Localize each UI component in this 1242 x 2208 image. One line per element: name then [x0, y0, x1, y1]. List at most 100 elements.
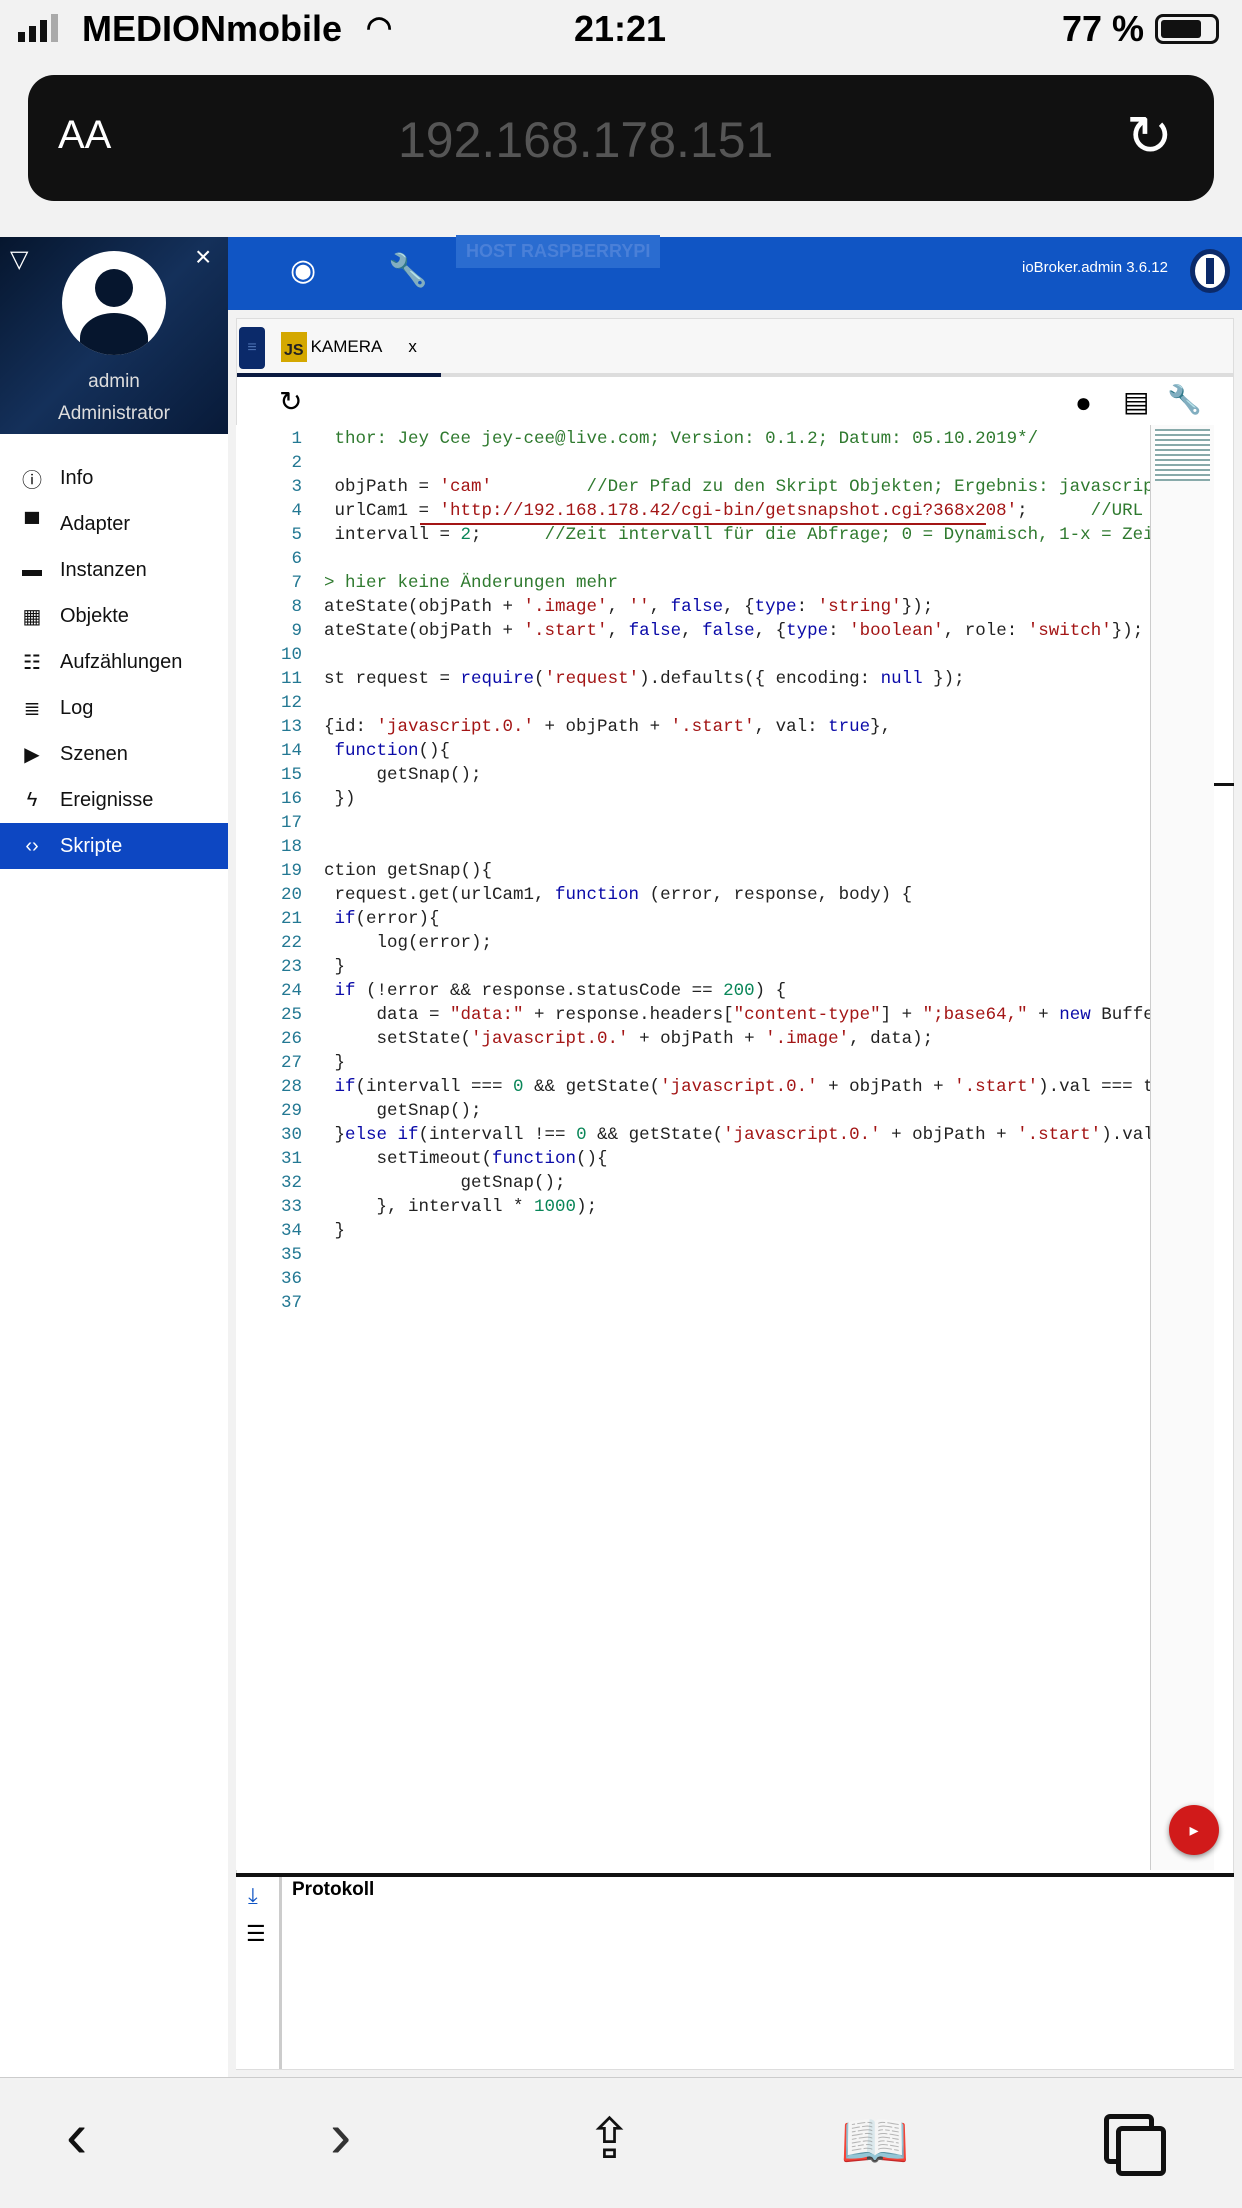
download-icon[interactable]: ⤓	[248, 1883, 258, 1909]
reload-icon[interactable]: ↻	[1126, 103, 1173, 169]
store-icon: ▀	[24, 512, 40, 535]
code-token: null	[880, 669, 923, 689]
code-token: 'request'	[544, 669, 640, 689]
code-token: }	[324, 1053, 346, 1073]
iobroker-logo[interactable]	[1190, 249, 1230, 293]
text-size-button[interactable]: AA	[58, 113, 111, 158]
sidebar-item-szenen[interactable]: ▶ Szenen	[0, 731, 228, 777]
code-line[interactable]: })	[324, 789, 356, 809]
code-token: ) {	[754, 981, 787, 1001]
sidebar-item-aufzählungen[interactable]: ☷ Aufzählungen	[0, 639, 228, 685]
refresh-icon[interactable]: ↻	[279, 385, 302, 418]
tabs-icon[interactable]	[1104, 2114, 1168, 2178]
clock-icon[interactable]: ●	[1075, 387, 1092, 419]
line-number: 2	[291, 453, 302, 473]
code-token: //Zeit intervall für die Abfrage; 0 = Dy…	[544, 525, 1150, 545]
tab-kamera[interactable]: JS KAMERA x	[281, 329, 417, 365]
code-line[interactable]: {id: 'javascript.0.' + objPath + '.start…	[324, 717, 891, 737]
share-icon[interactable]: ⇪	[586, 2106, 633, 2172]
code-token: getSnap();	[324, 1101, 482, 1121]
forward-icon[interactable]: ›	[330, 2098, 351, 2172]
line-number: 4	[291, 501, 302, 521]
code-line[interactable]: intervall = 2; //Zeit intervall für die …	[324, 525, 1151, 545]
code-token: (error){	[355, 909, 440, 929]
line-number: 27	[280, 1053, 302, 1073]
code-line[interactable]: st request = require('request').defaults…	[324, 669, 965, 689]
menu-toggle-icon[interactable]: ≡	[239, 327, 265, 369]
sidebar-item-skripte[interactable]: ‹› Skripte	[0, 823, 228, 869]
code-line[interactable]: urlCam1 = 'http://192.168.178.42/cgi-bin…	[324, 501, 1144, 521]
run-fab-button[interactable]: ▸	[1169, 1805, 1219, 1855]
line-number: 34	[280, 1221, 302, 1241]
code-line[interactable]: request.get(urlCam1, function (error, re…	[324, 885, 913, 905]
code-editor[interactable]: 1 thor: Jey Cee jey-cee@live.com; Versio…	[236, 425, 1150, 1870]
code-line[interactable]: data = "data:" + response.headers["conte…	[324, 1005, 1151, 1025]
close-icon[interactable]: ×	[195, 241, 211, 273]
code-line[interactable]: }else if(intervall !== 0 && getState('ja…	[324, 1125, 1151, 1145]
code-line[interactable]: function(){	[324, 741, 451, 761]
code-line[interactable]: getSnap();	[324, 1101, 482, 1121]
line-number: 8	[291, 597, 302, 617]
battery-text: 77 %	[1062, 8, 1145, 49]
sidebar-item-info[interactable]: ⓘ Info	[0, 455, 228, 501]
scrollbar-thumb[interactable]	[1214, 783, 1234, 786]
code-token: );	[576, 1197, 598, 1217]
line-number: 3	[291, 477, 302, 497]
code-line[interactable]: ction getSnap(){	[324, 861, 492, 881]
code-line[interactable]: thor: Jey Cee jey-cee@live.com; Version:…	[324, 429, 1039, 449]
code-line[interactable]: if (!error && response.statusCode == 200…	[324, 981, 787, 1001]
sidebar-item-objekte[interactable]: ▦ Objekte	[0, 593, 228, 639]
sidebar-item-log[interactable]: ≣ Log	[0, 685, 228, 731]
eye-icon[interactable]: ◉	[290, 253, 316, 288]
code-line[interactable]: }	[324, 957, 346, 977]
bookmarks-icon[interactable]: 📖	[840, 2108, 910, 2174]
code-line[interactable]: if(error){	[324, 909, 440, 929]
code-token: else if	[345, 1125, 419, 1145]
code-token: 0	[513, 1077, 524, 1097]
dropdown-icon[interactable]: ▽	[10, 245, 28, 274]
code-line[interactable]: > hier keine Änderungen mehr	[324, 573, 618, 593]
app-header: ◉ 🔧 HOST RASPBERRYPI ioBroker.admin 3.6.…	[228, 235, 1242, 310]
back-icon[interactable]: ‹	[66, 2098, 87, 2172]
code-line[interactable]: if(intervall === 0 && getState('javascri…	[324, 1077, 1151, 1097]
code-token: getSnap();	[324, 765, 482, 785]
code-token: (intervall !==	[418, 1125, 577, 1145]
code-token: false	[628, 621, 682, 641]
code-token: //Der Pfad zu den Skript Objekten; Ergeb…	[492, 477, 1150, 497]
host-label[interactable]: HOST RASPBERRYPI	[456, 235, 661, 268]
sidebar-item-instanzen[interactable]: ▬ Instanzen	[0, 547, 228, 593]
sidebar-item-adapter[interactable]: ▀ Adapter	[0, 501, 228, 547]
code-token: setState(	[324, 1029, 472, 1049]
line-number: 30	[280, 1125, 302, 1145]
url-text[interactable]: 192.168.178.151	[398, 111, 773, 169]
line-number: 25	[280, 1005, 302, 1025]
code-line[interactable]: setState('javascript.0.' + objPath + '.i…	[324, 1029, 934, 1049]
code-line[interactable]: getSnap();	[324, 765, 482, 785]
code-line[interactable]: }	[324, 1221, 346, 1241]
clipboard-icon[interactable]: ▤	[1123, 385, 1149, 418]
code-minimap[interactable]	[1150, 425, 1214, 1870]
code-line[interactable]: ateState(objPath + '.start', false, fals…	[324, 621, 1143, 641]
code-token: false	[702, 621, 755, 641]
tab-close-button[interactable]: x	[408, 337, 417, 357]
code-line[interactable]: log(error);	[324, 933, 493, 953]
url-bar[interactable]: AA 192.168.178.151 ↻	[28, 75, 1214, 201]
list-icon[interactable]: ☰	[246, 1921, 266, 1947]
code-line[interactable]: }, intervall * 1000);	[324, 1197, 598, 1217]
code-token: '.start'	[1017, 1125, 1102, 1145]
code-line[interactable]: ateState(objPath + '.image', '', false, …	[324, 597, 933, 617]
wrench-icon[interactable]: 🔧	[388, 251, 428, 289]
js-badge: JS	[281, 332, 307, 362]
sidebar-item-ereignisse[interactable]: ϟ Ereignisse	[0, 777, 228, 823]
line-number: 12	[280, 693, 302, 713]
code-line[interactable]: setTimeout(function(){	[324, 1149, 608, 1169]
code-token: urlCam1 =	[324, 501, 440, 521]
code-line[interactable]: }	[324, 1053, 346, 1073]
code-line[interactable]: objPath = 'cam' //Der Pfad zu den Skript…	[324, 477, 1151, 497]
code-line[interactable]: getSnap();	[324, 1173, 566, 1193]
line-number: 13	[280, 717, 302, 737]
wrench-icon[interactable]: 🔧	[1167, 383, 1202, 416]
scenes-icon: ▶	[24, 743, 40, 766]
code-token: ateState(objPath +	[324, 597, 524, 617]
code-token: + objPath +	[817, 1077, 955, 1097]
